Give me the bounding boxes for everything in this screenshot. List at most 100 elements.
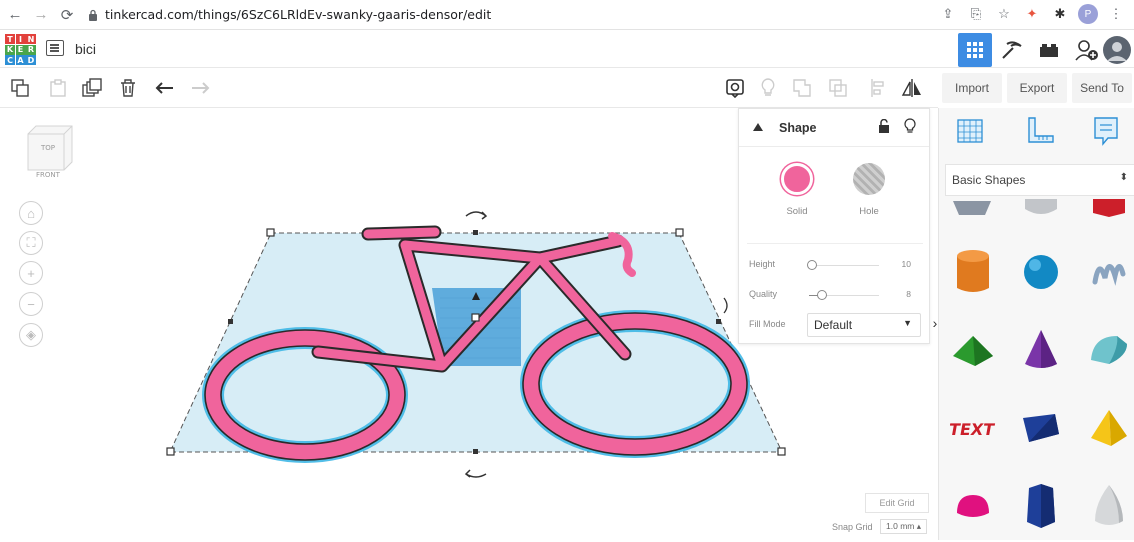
shape-box[interactable]	[943, 194, 1003, 224]
edit-toolbar	[0, 68, 938, 108]
svg-text:TEXT: TEXT	[950, 420, 996, 439]
home-view-icon[interactable]: ⌂	[19, 201, 43, 225]
design-name[interactable]: bici	[75, 41, 96, 57]
workplane-grid-icon[interactable]	[953, 114, 987, 148]
paste-icon[interactable]	[46, 76, 70, 100]
avatar-icon	[1103, 36, 1131, 64]
brick-icon	[1040, 44, 1058, 57]
more-menu-icon[interactable]: ⋮	[1106, 4, 1126, 24]
send-to-button[interactable]: Send To	[1072, 73, 1132, 103]
viewcube-front-label: FRONT	[36, 171, 61, 179]
fill-mode-label: Fill Mode	[749, 319, 786, 329]
shape-category-value: Basic Shapes	[952, 173, 1026, 187]
share-icon[interactable]: ⇪	[938, 4, 958, 24]
redo-icon[interactable]	[188, 76, 212, 100]
lock-open-icon[interactable]	[879, 119, 889, 133]
shape-wedge[interactable]	[1011, 392, 1071, 464]
add-user-icon	[1075, 40, 1098, 61]
inspector-title: Shape	[779, 121, 817, 135]
quality-value: 8	[906, 289, 911, 299]
copy-icon[interactable]	[8, 76, 32, 100]
shape-cylinder[interactable]	[943, 236, 1003, 308]
export-button[interactable]: Export	[1007, 73, 1067, 103]
3d-design-view-button[interactable]	[958, 33, 992, 67]
fit-view-icon[interactable]: ⛶	[19, 231, 43, 255]
viewcube-top-label: TOP	[40, 144, 55, 152]
zoom-out-icon[interactable]: −	[19, 292, 43, 316]
bricks-view-button[interactable]	[1032, 33, 1066, 67]
fill-mode-select[interactable]: Default ▼	[807, 313, 921, 337]
dropdown-arrow-icon: ▼	[903, 318, 912, 328]
snap-grid-select[interactable]: 1.0 mm ▴	[880, 519, 927, 534]
url-text: tinkercad.com/things/6SzC6LRldEv-swanky-…	[105, 7, 492, 22]
shape-inspector: Shape Solid Hole Height 10 Quality 8 Fil…	[738, 108, 930, 344]
snap-grid-label: Snap Grid	[832, 522, 873, 532]
grid-icon	[967, 42, 983, 58]
undo-icon[interactable]	[153, 76, 177, 100]
shape-sphere[interactable]	[1011, 236, 1071, 308]
profile-avatar[interactable]: P	[1078, 4, 1098, 24]
bike-model	[205, 313, 747, 460]
shape-cone[interactable]	[1011, 314, 1071, 386]
add-user-button[interactable]	[1070, 33, 1104, 67]
extension-icon[interactable]: ✦	[1022, 4, 1042, 24]
shape-paraboloid[interactable]	[1079, 470, 1134, 542]
notes-icon[interactable]	[723, 76, 747, 100]
updown-arrow-icon: ⬍	[1119, 172, 1128, 183]
hole-swatch[interactable]	[853, 163, 885, 195]
mirror-icon[interactable]	[900, 76, 924, 100]
trash-icon[interactable]	[116, 76, 140, 100]
puzzle-icon[interactable]: ✱	[1050, 4, 1070, 24]
solid-label: Solid	[786, 206, 808, 217]
shape-text[interactable]: TEXT	[943, 392, 1003, 464]
shape-roof[interactable]	[943, 314, 1003, 386]
quality-slider[interactable]	[817, 290, 827, 300]
hole-shape	[432, 288, 521, 366]
lock-icon	[89, 9, 97, 21]
shape-category-select[interactable]: Basic Shapes ⬍	[945, 164, 1134, 196]
shape-scribble[interactable]	[1079, 236, 1134, 308]
tinkercad-logo[interactable]: T I N K E R C A D	[5, 34, 36, 65]
lightbulb-icon[interactable]	[756, 76, 780, 100]
import-export-bar: Import Export Send To	[938, 68, 1134, 108]
duplicate-icon[interactable]	[80, 76, 104, 100]
workplane-selection-box	[169, 232, 783, 453]
shape-round-roof[interactable]	[1079, 314, 1134, 386]
reload-icon[interactable]: ⟳	[56, 4, 78, 26]
edit-grid-button[interactable]: Edit Grid	[865, 493, 929, 513]
hole-label: Hole	[859, 206, 879, 217]
bike-wheel-edges	[204, 312, 748, 461]
open-in-app-icon[interactable]: ⎘	[966, 4, 986, 24]
group-icon[interactable]	[790, 76, 814, 100]
shape-cylinder-gray[interactable]	[1011, 194, 1071, 224]
browser-toolbar: ← → ⟳ tinkercad.com/things/6SzC6LRldEv-s…	[0, 0, 1134, 30]
back-arrow-icon[interactable]: ←	[4, 4, 26, 26]
pickaxe-icon	[1002, 41, 1022, 59]
perspective-icon[interactable]: ◈	[19, 323, 43, 347]
align-icon[interactable]	[866, 76, 890, 100]
import-button[interactable]: Import	[942, 73, 1002, 103]
ruler-icon[interactable]	[1023, 114, 1057, 148]
bookmark-star-icon[interactable]: ☆	[994, 4, 1014, 24]
quality-label: Quality	[749, 289, 778, 299]
shape-half-sphere[interactable]	[943, 470, 1003, 542]
shape-box-red[interactable]	[1079, 194, 1134, 224]
height-slider[interactable]	[807, 260, 817, 270]
design-list-icon[interactable]	[46, 40, 64, 56]
shape-polygon[interactable]	[1011, 470, 1071, 542]
collapse-triangle-icon[interactable]	[753, 123, 763, 131]
notes-icon[interactable]	[1089, 114, 1123, 148]
solid-color-swatch[interactable]	[781, 163, 813, 195]
zoom-in-icon[interactable]: +	[19, 261, 43, 285]
minecraft-view-button[interactable]	[995, 33, 1029, 67]
height-label: Height	[749, 259, 776, 269]
lightbulb-icon[interactable]	[904, 118, 916, 134]
shape-pyramid[interactable]	[1079, 392, 1134, 464]
app-header: T I N K E R C A D bici	[0, 30, 1134, 68]
viewcube[interactable]: TOP FRONT	[26, 124, 74, 182]
height-value: 10	[901, 259, 911, 269]
ungroup-icon[interactable]	[826, 76, 850, 100]
forward-arrow-icon[interactable]: →	[30, 4, 52, 26]
address-bar[interactable]: tinkercad.com/things/6SzC6LRldEv-swanky-…	[88, 3, 993, 27]
user-avatar[interactable]	[1100, 33, 1134, 67]
